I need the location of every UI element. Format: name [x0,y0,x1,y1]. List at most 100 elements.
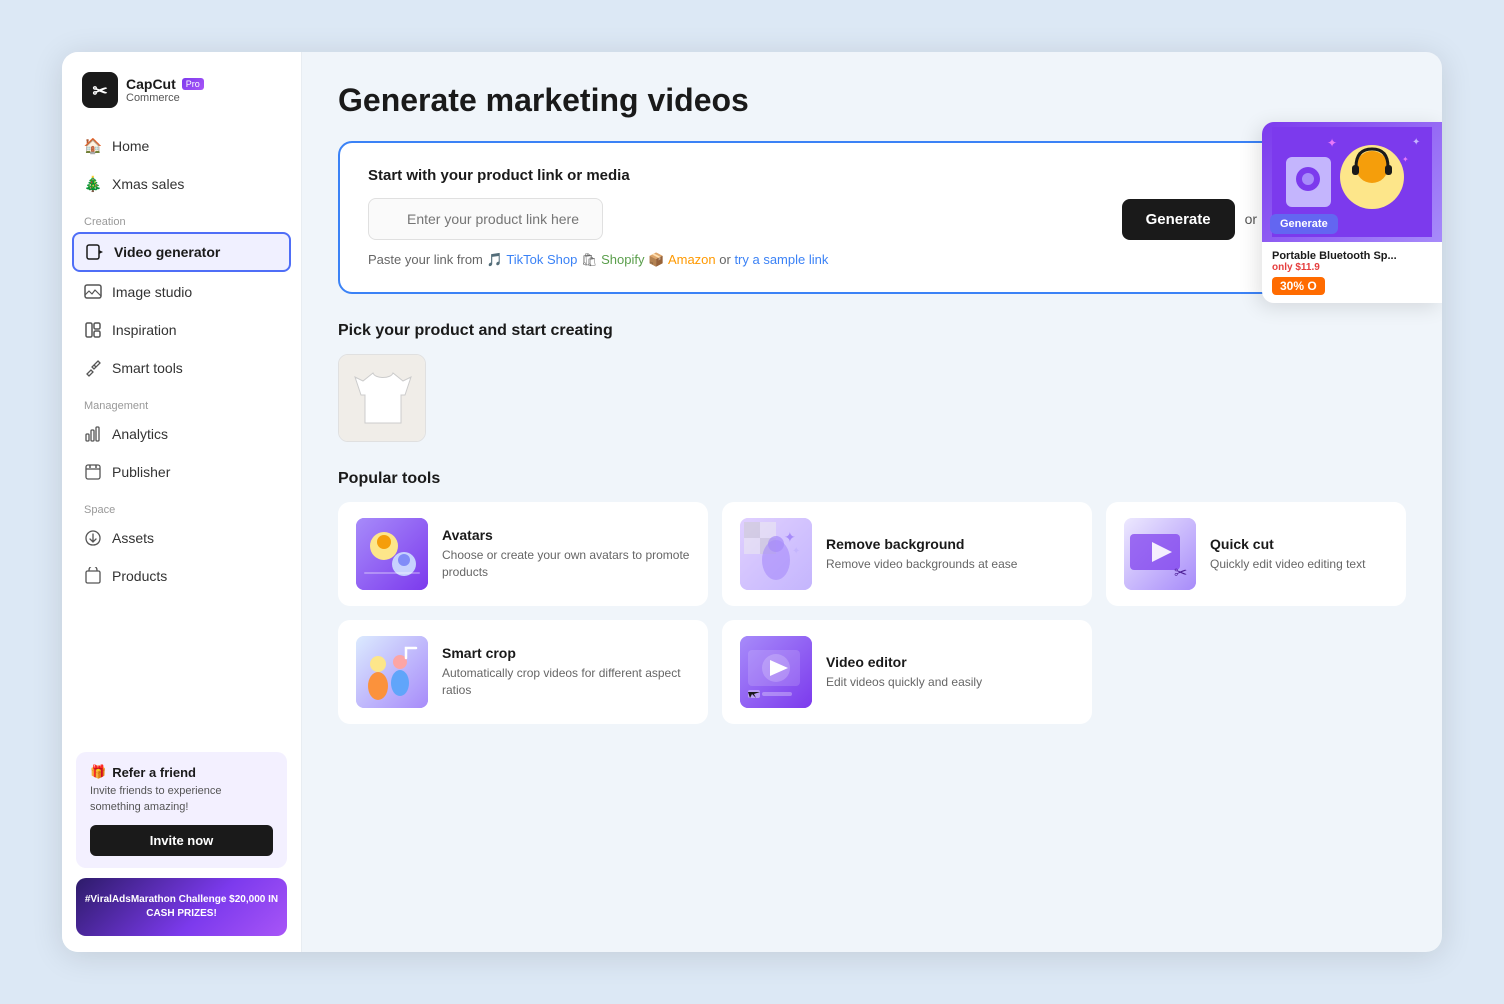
section-label-creation: Creation [72,204,291,232]
sidebar-item-label: Home [112,138,149,154]
sidebar-item-publisher[interactable]: Publisher [72,454,291,490]
svg-text:✂: ✂ [1174,565,1187,582]
input-wrapper: 🔗 [368,198,1112,240]
sidebar-item-video-generator[interactable]: Video generator [72,232,291,272]
sidebar: ✂ CapCut Pro Commerce 🏠 Home 🎄 Xmas sale… [62,52,302,952]
sidebar-bottom: 🎁 Refer a friend Invite friends to exper… [62,742,301,952]
tool-card-avatars[interactable]: Avatars Choose or create your own avatar… [338,502,708,606]
generate-badge: Generate [1270,214,1338,234]
video-editor-name: Video editor [826,654,1074,670]
sidebar-item-home[interactable]: 🏠 Home [72,128,291,164]
generate-button[interactable]: Generate [1122,199,1235,240]
shopify-icon: 🛍 [581,252,601,267]
section-label-management: Management [72,388,291,416]
sidebar-item-products[interactable]: Products [72,558,291,594]
logo: ✂ CapCut Pro Commerce [62,52,301,124]
sidebar-item-label: Video generator [114,244,220,260]
tiktokshop-link[interactable]: TikTok Shop [506,252,577,267]
floating-promo-image: ✦ ✦ ✦ Generate [1262,122,1442,242]
sidebar-item-label: Image studio [112,284,192,300]
home-icon: 🏠 [84,137,102,155]
publisher-icon [84,463,102,481]
tools-grid: Avatars Choose or create your own avatar… [338,502,1406,724]
remove-bg-name: Remove background [826,536,1074,552]
input-row: 🔗 Generate or Add media [368,198,1376,240]
tiktok-icon: 🎵 [487,252,507,267]
inspiration-icon [84,321,102,339]
sidebar-item-inspiration[interactable]: Inspiration [72,312,291,348]
avatars-name: Avatars [442,527,690,543]
promo-banner[interactable]: #ViralAdsMarathon Challenge $20,000 IN C… [76,878,287,936]
smart-crop-thumb [356,636,428,708]
or-text: or [1245,211,1257,227]
svg-text:✦: ✦ [784,529,796,545]
sidebar-item-label: Inspiration [112,322,177,338]
sidebar-item-label: Smart tools [112,360,183,376]
quick-cut-name: Quick cut [1210,536,1388,552]
promo-product-name: Portable Bluetooth Sp... [1272,250,1432,262]
products-icon [84,567,102,585]
amazon-icon: 📦 [648,252,668,267]
smart-tools-icon [84,359,102,377]
logo-name: CapCut [126,76,176,92]
sidebar-item-smart-tools[interactable]: Smart tools [72,350,291,386]
svg-text:✂: ✂ [92,81,107,101]
product-item-shirt[interactable]: Demo [338,354,426,442]
logo-sub: Commerce [126,92,204,104]
video-editor-desc: Edit videos quickly and easily [826,674,1074,691]
quick-cut-thumb: ✂ [1124,518,1196,590]
shopify-link[interactable]: Shopify [601,252,644,267]
main-content: Generate marketing videos Start with you… [302,52,1442,952]
video-editor-info: Video editor Edit videos quickly and eas… [826,654,1074,691]
svg-text:✦: ✦ [1402,155,1409,164]
product-input-card: Start with your product link or media 🔗 … [338,141,1406,294]
product-link-input[interactable] [368,198,603,240]
xmas-icon: 🎄 [84,175,102,193]
pick-section-title: Pick your product and start creating [338,322,1406,340]
svg-text:✦: ✦ [1412,137,1420,148]
quick-cut-info: Quick cut Quickly edit video editing tex… [1210,536,1388,573]
video-generator-icon [86,243,104,261]
remove-bg-desc: Remove video backgrounds at ease [826,556,1074,573]
sidebar-item-label: Assets [112,530,154,546]
sidebar-item-analytics[interactable]: Analytics [72,416,291,452]
discount-badge: 30% O [1272,277,1325,295]
promo-price: only $11.9 [1272,262,1432,273]
sidebar-item-xmas[interactable]: 🎄 Xmas sales [72,166,291,202]
tool-card-quick-cut[interactable]: ✂ Quick cut Quickly edit video editing t… [1106,502,1406,606]
gift-icon: 🎁 [90,764,106,780]
smart-crop-desc: Automatically crop videos for different … [442,665,690,699]
assets-icon [84,529,102,547]
refer-desc: Invite friends to experience something a… [90,784,273,815]
analytics-icon [84,425,102,443]
sidebar-item-assets[interactable]: Assets [72,520,291,556]
product-pick-row: Demo [338,354,1406,442]
tool-card-smart-crop[interactable]: Smart crop Automatically crop videos for… [338,620,708,724]
video-editor-thumb [740,636,812,708]
quick-cut-desc: Quickly edit video editing text [1210,556,1388,573]
product-card-label: Start with your product link or media [368,167,1376,184]
avatars-info: Avatars Choose or create your own avatar… [442,527,690,581]
image-studio-icon [84,283,102,301]
floating-promo-card: ✦ ✦ ✦ Generate Portable Bluetooth Sp... … [1262,122,1442,303]
section-label-space: Space [72,492,291,520]
sample-link[interactable]: try a sample link [734,252,828,267]
sidebar-item-label: Publisher [112,464,170,480]
paste-hint: Paste your link from 🎵 TikTok Shop 🛍 Sho… [368,252,1376,268]
tool-card-remove-bg[interactable]: ✦ ✦ Remove background Remove video backg… [722,502,1092,606]
refer-card: 🎁 Refer a friend Invite friends to exper… [76,752,287,868]
promo-text: #ViralAdsMarathon Challenge $20,000 IN C… [82,893,281,921]
sidebar-item-image-studio[interactable]: Image studio [72,274,291,310]
refer-title: 🎁 Refer a friend [90,764,273,780]
smart-crop-name: Smart crop [442,645,690,661]
svg-text:✦: ✦ [792,546,800,557]
tool-card-video-editor[interactable]: Video editor Edit videos quickly and eas… [722,620,1092,724]
invite-btn[interactable]: Invite now [90,825,273,856]
remove-bg-info: Remove background Remove video backgroun… [826,536,1074,573]
amazon-link[interactable]: Amazon [668,252,716,267]
logo-badge: Pro [182,78,204,90]
remove-bg-thumb: ✦ ✦ [740,518,812,590]
sidebar-nav: 🏠 Home 🎄 Xmas sales Creation Video gener… [62,124,301,742]
smart-crop-info: Smart crop Automatically crop videos for… [442,645,690,699]
sidebar-item-label: Products [112,568,167,584]
